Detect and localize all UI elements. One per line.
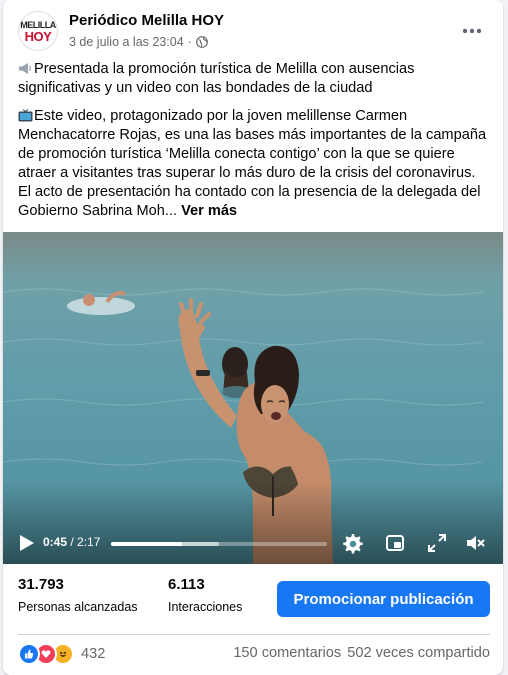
- post-date[interactable]: 3 de julio a las 23:04: [69, 35, 184, 49]
- interactions-label: Interacciones: [168, 600, 243, 614]
- post-footer: 432 150 comentarios 502 veces compartido: [18, 643, 490, 667]
- reach-value: 31.793: [18, 576, 64, 593]
- television-icon: [18, 109, 33, 122]
- post-card: MELILLA HOY Periódico Melilla HOY 3 de j…: [3, 0, 503, 675]
- post-body: Este video, protagonizado por la joven m…: [18, 108, 487, 219]
- settings-gear-icon[interactable]: [341, 532, 363, 554]
- video-controls: 0:45 / 2:17: [3, 522, 503, 564]
- post-headline-paragraph: Presentada la promoción turística de Mel…: [18, 60, 490, 98]
- post-text: Presentada la promoción turística de Mel…: [18, 60, 490, 230]
- post-insights: 31.793 Personas alcanzadas 6.113 Interac…: [18, 576, 490, 626]
- page-name-link[interactable]: Periódico Melilla HOY: [69, 12, 224, 29]
- video-player[interactable]: 0:45 / 2:17: [3, 232, 503, 564]
- reactions-summary[interactable]: 432: [18, 643, 105, 665]
- video-duration: / 2:17: [70, 535, 101, 549]
- logo-line2: HOY: [24, 29, 52, 44]
- post-meta: 3 de julio a las 23:04 ·: [69, 35, 208, 49]
- picture-in-picture-icon[interactable]: [384, 532, 406, 554]
- meta-separator: ·: [187, 35, 192, 49]
- reach-stat[interactable]: 31.793 Personas alcanzadas: [18, 576, 138, 614]
- like-reaction-icon: [18, 643, 40, 665]
- interactions-value: 6.113: [168, 576, 205, 593]
- reach-label: Personas alcanzadas: [18, 600, 138, 614]
- reaction-count: 432: [81, 646, 106, 662]
- comments-count-link[interactable]: 150 comentarios: [233, 645, 341, 661]
- video-progress-bar[interactable]: [111, 542, 327, 546]
- video-frame: [3, 232, 503, 564]
- loudspeaker-icon: [19, 63, 31, 74]
- current-time: 0:45: [43, 535, 68, 549]
- engagement-counts: 150 comentarios 502 veces compartido: [233, 645, 490, 661]
- play-icon[interactable]: [15, 532, 37, 554]
- shares-count-link[interactable]: 502 veces compartido: [347, 645, 490, 661]
- page-avatar[interactable]: MELILLA HOY: [18, 11, 58, 51]
- interactions-stat[interactable]: 6.113 Interacciones: [168, 576, 242, 614]
- page-logo: MELILLA HOY: [20, 19, 56, 43]
- post-header: MELILLA HOY Periódico Melilla HOY 3 de j…: [18, 11, 490, 55]
- post-headline: Presentada la promoción turística de Mel…: [18, 61, 415, 96]
- fullscreen-icon[interactable]: [426, 532, 448, 554]
- mute-volume-icon[interactable]: [464, 532, 486, 554]
- footer-divider: [18, 634, 490, 635]
- see-more-link[interactable]: Ver más: [181, 203, 237, 219]
- more-options-button[interactable]: [454, 13, 490, 49]
- video-progress-fill: [111, 542, 183, 546]
- promote-post-button[interactable]: Promocionar publicación: [277, 581, 490, 617]
- globe-icon[interactable]: [195, 36, 208, 48]
- post-body-paragraph: Este video, protagonizado por la joven m…: [18, 107, 490, 221]
- more-dots-icon: [462, 28, 482, 34]
- video-time: 0:45 / 2:17: [43, 535, 100, 549]
